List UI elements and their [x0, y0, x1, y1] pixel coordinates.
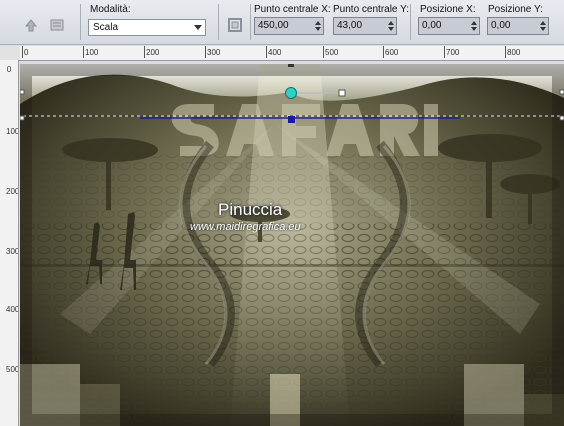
center-y-label: Punto centrale Y:: [333, 4, 409, 15]
toolbar-separator: [250, 4, 251, 40]
ruler-tick: 100: [82, 46, 99, 58]
position-y-input[interactable]: 0,00: [487, 17, 549, 35]
ruler-tick: 300: [6, 247, 19, 256]
preset-button[interactable]: [46, 14, 68, 36]
center-x-label: Punto centrale X:: [254, 4, 331, 15]
ruler-tick: 100: [6, 127, 19, 136]
position-x-input[interactable]: 0,00: [418, 17, 480, 35]
ruler-tick: 600: [382, 46, 399, 58]
spin-up-icon[interactable]: [315, 21, 321, 25]
ruler-tick: 300: [204, 46, 221, 58]
center-y-value: 43,00: [337, 20, 363, 31]
spin-down-icon[interactable]: [540, 27, 546, 31]
ruler-tick: 700: [443, 46, 460, 58]
watermark-url: www.maidiregrafica.eu: [190, 221, 301, 233]
reset-tool-button[interactable]: [20, 14, 42, 36]
center-handle[interactable]: [288, 116, 295, 123]
center-x-value: 450,00: [258, 20, 289, 31]
center-tool-button[interactable]: [224, 14, 246, 36]
spin-up-icon[interactable]: [540, 21, 546, 25]
ruler-tick: 500: [322, 46, 339, 58]
spin-down-icon[interactable]: [388, 27, 394, 31]
pivot-handle[interactable]: [285, 87, 297, 99]
chevron-down-icon: [194, 25, 202, 30]
ruler-tick: 400: [6, 305, 19, 314]
deform-handles: [20, 64, 564, 123]
ruler-tick: 200: [6, 187, 19, 196]
corner-handle[interactable]: [20, 115, 25, 121]
center-y-input[interactable]: 43,00: [333, 17, 397, 35]
ruler-tick: 500: [6, 365, 19, 374]
ruler-tick: 200: [143, 46, 160, 58]
image-canvas[interactable]: Pinuccia www.maidiregrafica.eu: [20, 64, 564, 426]
watermark-name: Pinuccia: [218, 200, 283, 219]
mode-label: Modalità:: [90, 4, 131, 15]
side-handle[interactable]: [20, 89, 25, 95]
ruler-tick: 400: [265, 46, 282, 58]
position-y-label: Posizione Y:: [488, 4, 543, 15]
side-handle[interactable]: [559, 89, 564, 95]
ruler-tick: 0: [21, 46, 29, 58]
toolbar-separator: [218, 4, 219, 40]
mode-select-value: Scala: [93, 22, 119, 33]
horizontal-ruler[interactable]: 0 100 200 300 400 500 600 700 800: [20, 46, 564, 61]
ruler-tick: 800: [504, 46, 521, 58]
position-x-label: Posizione X:: [420, 4, 476, 15]
position-y-value: 0,00: [491, 20, 511, 31]
ruler-corner: [0, 46, 20, 61]
toolbar-separator: [410, 4, 411, 40]
position-x-value: 0,00: [422, 20, 442, 31]
frame-icon: [228, 18, 242, 32]
spin-up-icon[interactable]: [388, 21, 394, 25]
rotate-handle[interactable]: [338, 89, 346, 97]
vertical-ruler[interactable]: 0 100 200 300 400 500: [0, 60, 19, 426]
spin-down-icon[interactable]: [471, 27, 477, 31]
center-x-input[interactable]: 450,00: [254, 17, 324, 35]
top-handle[interactable]: [288, 64, 294, 67]
mode-select[interactable]: Scala: [88, 19, 206, 36]
tool-options-bar: Modalità: Scala Punto centrale X: 450,00…: [0, 0, 564, 45]
spin-down-icon[interactable]: [315, 27, 321, 31]
ruler-tick: 0: [6, 65, 12, 74]
corner-handle[interactable]: [559, 115, 564, 121]
spin-up-icon[interactable]: [471, 21, 477, 25]
reset-icon: [24, 19, 38, 32]
preset-icon: [50, 19, 64, 31]
toolbar-separator: [80, 4, 81, 40]
